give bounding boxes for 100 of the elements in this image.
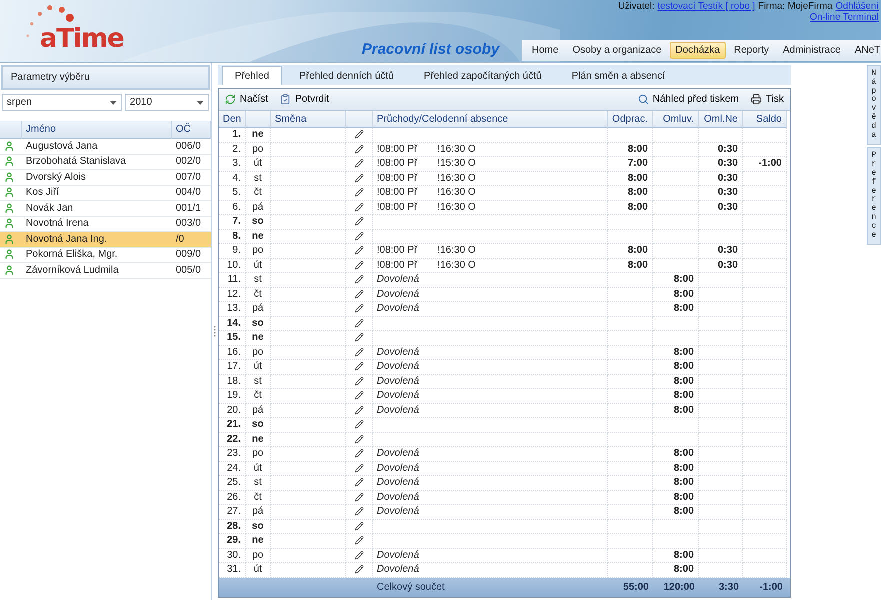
edit-icon[interactable] bbox=[354, 434, 364, 444]
splitter-handle-icon[interactable] bbox=[214, 326, 216, 338]
person-number[interactable]: 005/0 bbox=[172, 263, 211, 278]
person-name[interactable]: Novotná Jana Ing. bbox=[22, 232, 172, 248]
edit-icon[interactable] bbox=[354, 159, 364, 168]
user-label: Uživatel: bbox=[618, 1, 655, 12]
edit-icon[interactable] bbox=[354, 406, 364, 415]
month-select[interactable]: srpen bbox=[2, 94, 122, 111]
person-number[interactable]: 009/0 bbox=[172, 248, 211, 263]
person-icon-cell[interactable] bbox=[0, 216, 22, 232]
person-icon-cell[interactable] bbox=[0, 232, 22, 248]
nav-tab[interactable]: Administrace bbox=[777, 42, 847, 59]
edit-icon[interactable] bbox=[354, 536, 364, 546]
edit-icon[interactable] bbox=[354, 478, 364, 488]
nav-tab[interactable]: Osoby a organizace bbox=[566, 42, 668, 59]
time-entry: !08:00 Př bbox=[377, 260, 418, 271]
edit-icon[interactable] bbox=[354, 260, 364, 270]
person-icon-cell[interactable] bbox=[0, 154, 22, 170]
tab[interactable]: Plán směn a absencí bbox=[558, 66, 678, 85]
column-header: Oml.Ne bbox=[699, 111, 743, 128]
person-number[interactable]: 007/0 bbox=[172, 170, 211, 186]
company-label: Firma: MojeFirma bbox=[758, 1, 833, 12]
person-icon bbox=[4, 140, 15, 152]
printer-icon bbox=[751, 94, 762, 105]
person-name[interactable]: Pokorná Eliška, Mgr. bbox=[22, 248, 172, 263]
edit-icon[interactable] bbox=[354, 507, 364, 516]
person-number[interactable]: 006/0 bbox=[172, 139, 211, 154]
time-entry: !16:30 O bbox=[438, 245, 476, 256]
person-icon-cell[interactable] bbox=[0, 186, 22, 201]
caret-icon bbox=[197, 100, 204, 104]
edit-icon[interactable] bbox=[354, 275, 364, 284]
person-name[interactable]: Novotná Irena bbox=[22, 216, 172, 232]
person-number[interactable]: /0 bbox=[172, 232, 211, 248]
time-entry: !08:00 Př bbox=[377, 202, 418, 213]
edit-icon[interactable] bbox=[354, 565, 364, 574]
person-name[interactable]: Novák Jan bbox=[22, 201, 172, 216]
edit-icon[interactable] bbox=[354, 333, 364, 342]
time-entry: !16:30 O bbox=[438, 187, 476, 198]
time-entry: !08:00 Př bbox=[377, 144, 418, 155]
nav-tab[interactable]: ANeT bbox=[848, 42, 881, 59]
confirm-button[interactable]: Potvrdit bbox=[278, 93, 332, 106]
load-button[interactable]: Načíst bbox=[223, 93, 270, 106]
person-icon bbox=[4, 264, 15, 276]
time-entry: !08:00 Př bbox=[377, 158, 418, 170]
person-number[interactable]: 003/0 bbox=[172, 216, 211, 232]
total-value: 55:00 bbox=[622, 580, 650, 594]
nav-tab[interactable]: Reporty bbox=[728, 42, 776, 59]
edit-icon[interactable] bbox=[354, 362, 364, 372]
edit-icon[interactable] bbox=[354, 420, 364, 430]
person-number[interactable]: 002/0 bbox=[172, 154, 211, 170]
person-name[interactable]: Závorníková Ludmila bbox=[22, 263, 172, 278]
time-entry: !08:00 Př bbox=[377, 172, 418, 184]
print-preview-button[interactable]: Náhled před tiskem bbox=[636, 93, 742, 106]
edit-icon[interactable] bbox=[354, 174, 364, 183]
tab[interactable]: Přehled bbox=[222, 66, 282, 85]
edit-icon[interactable] bbox=[354, 492, 364, 502]
edit-icon[interactable] bbox=[354, 217, 364, 226]
year-select[interactable]: 2010 bbox=[125, 94, 209, 111]
column-header: Směna bbox=[271, 111, 346, 128]
edit-icon[interactable] bbox=[354, 550, 364, 560]
person-icon-cell[interactable] bbox=[0, 263, 22, 278]
side-tab[interactable]: Nápověda bbox=[867, 65, 881, 146]
edit-icon[interactable] bbox=[354, 449, 364, 458]
person-number[interactable]: 004/0 bbox=[172, 186, 211, 201]
edit-icon[interactable] bbox=[354, 188, 364, 198]
time-entry: !08:00 Př bbox=[377, 187, 418, 198]
edit-icon[interactable] bbox=[354, 376, 364, 386]
edit-icon[interactable] bbox=[354, 246, 364, 256]
edit-icon[interactable] bbox=[354, 464, 364, 473]
side-tab[interactable]: Preference bbox=[867, 147, 881, 246]
edit-icon[interactable] bbox=[354, 318, 364, 328]
person-name[interactable]: Augustová Jana bbox=[22, 139, 172, 154]
nav-tab[interactable]: Home bbox=[526, 42, 565, 59]
person-number[interactable]: 001/1 bbox=[172, 201, 211, 216]
person-icon-cell[interactable] bbox=[0, 170, 22, 186]
edit-icon[interactable] bbox=[354, 348, 364, 357]
edit-icon[interactable] bbox=[354, 522, 364, 531]
page-title: Pracovní list osoby bbox=[362, 41, 500, 58]
edit-icon[interactable] bbox=[354, 391, 364, 400]
person-icon-cell[interactable] bbox=[0, 248, 22, 263]
refresh-icon bbox=[225, 94, 236, 105]
edit-icon[interactable] bbox=[354, 202, 364, 212]
person-name[interactable]: Dvorský Alois bbox=[22, 170, 172, 186]
column-header: Průchody/Celodenní absence bbox=[373, 111, 608, 128]
edit-icon[interactable] bbox=[354, 232, 364, 241]
edit-icon[interactable] bbox=[354, 130, 364, 140]
person-icon-cell[interactable] bbox=[0, 201, 22, 216]
edit-icon[interactable] bbox=[354, 290, 364, 299]
column-header bbox=[0, 121, 22, 139]
tab[interactable]: Přehled denních účtů bbox=[286, 66, 407, 85]
total-value: 120:00 bbox=[662, 580, 696, 594]
tab[interactable]: Přehled započítaných účtů bbox=[410, 66, 555, 85]
person-name[interactable]: Kos Jiří bbox=[22, 186, 172, 201]
edit-icon[interactable] bbox=[354, 144, 364, 154]
print-button[interactable]: Tisk bbox=[749, 93, 786, 106]
person-icon-cell[interactable] bbox=[0, 139, 22, 154]
person-name[interactable]: Brzobohatá Stanislava bbox=[22, 154, 172, 170]
nav-tab[interactable]: Docházka bbox=[670, 42, 726, 59]
edit-icon[interactable] bbox=[354, 304, 364, 314]
time-entry: !16:30 O bbox=[438, 202, 476, 213]
